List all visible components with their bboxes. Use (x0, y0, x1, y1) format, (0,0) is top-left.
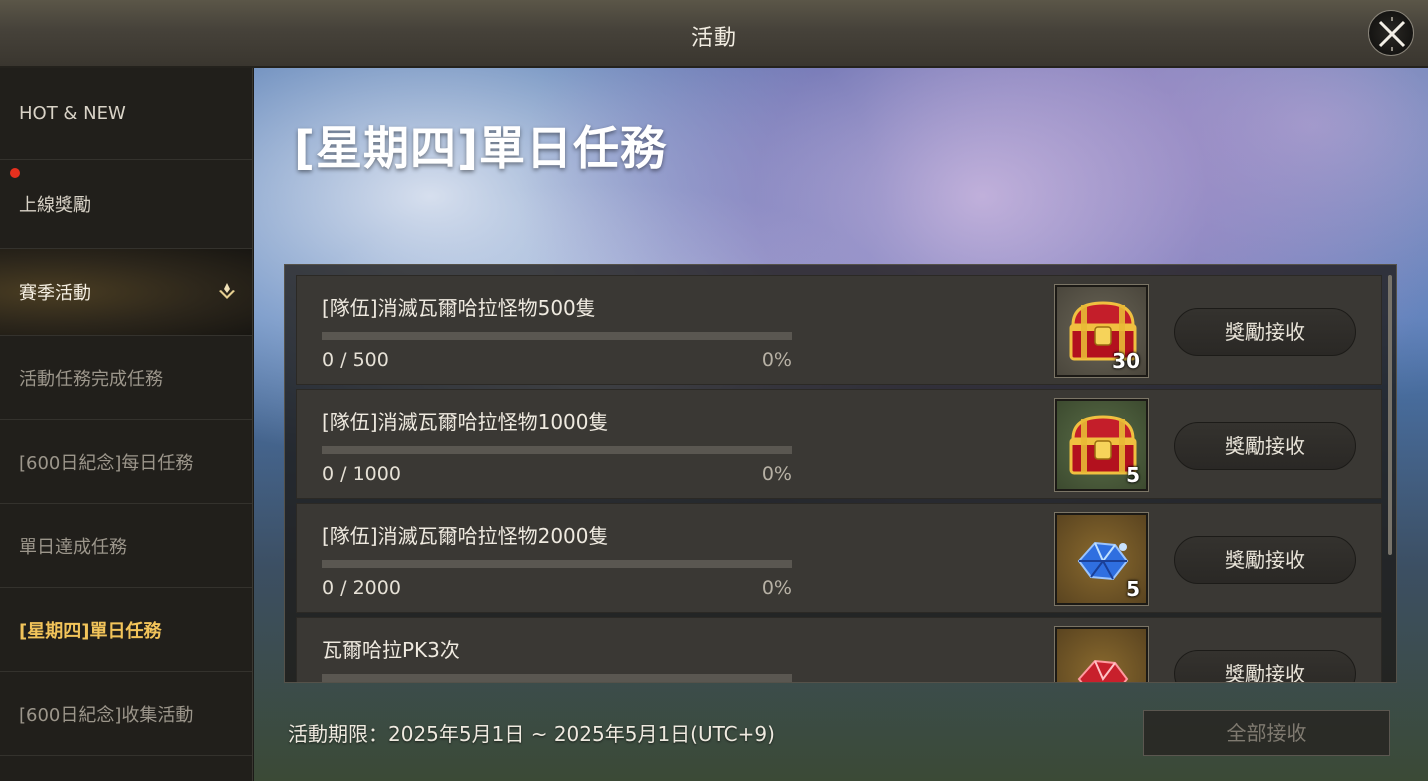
notification-dot (10, 168, 20, 178)
window-title: 活動 (690, 26, 737, 51)
task-name: 瓦爾哈拉PK3次 (322, 638, 460, 662)
task-row: [隊伍]消滅瓦爾哈拉怪物1000隻 0 / 1000 0% 5 獎勵接收 (296, 389, 1382, 499)
page-title: [星期四]單日任務 (294, 121, 668, 175)
progress-bar (322, 560, 792, 568)
scrollbar[interactable] (1388, 275, 1392, 555)
task-name: [隊伍]消滅瓦爾哈拉怪物1000隻 (322, 410, 609, 434)
progress-bar (322, 446, 792, 454)
progress-bar (322, 674, 792, 682)
reward-quantity: 5 (1126, 463, 1140, 487)
sidebar-item-label: 活動任務完成任務 (19, 368, 163, 390)
task-name: [隊伍]消滅瓦爾哈拉怪物500隻 (322, 296, 596, 320)
sidebar-item-label: 單日達成任務 (19, 536, 127, 558)
sidebar-item-label: [600日紀念]收集活動 (19, 704, 194, 726)
task-list[interactable]: [隊伍]消滅瓦爾哈拉怪物500隻 0 / 500 0% 30 獎勵接收 [隊伍]… (284, 264, 1397, 683)
claim-reward-button[interactable]: 獎勵接收 (1174, 422, 1356, 470)
sidebar-item-label: HOT & NEW (19, 103, 126, 124)
progress-count: 0 / 500 (322, 349, 389, 371)
sidebar-item-label: 賽季活動 (19, 283, 91, 304)
sidebar-item-label: 上線獎勵 (19, 195, 91, 216)
sidebar-item-event-task[interactable]: 活動任務完成任務 (0, 336, 252, 420)
sidebar-item-label: [600日紀念]每日任務 (19, 452, 194, 474)
reward-item[interactable]: 5 (1054, 398, 1149, 492)
close-button[interactable] (1368, 10, 1414, 56)
task-name: [隊伍]消滅瓦爾哈拉怪物2000隻 (322, 524, 609, 548)
progress-percent: 0% (761, 577, 792, 599)
event-period: 活動期限：2025年5月1日 ~ 2025年5月1日(UTC+9) (288, 722, 775, 746)
sidebar-item-single-day[interactable]: 單日達成任務 (0, 504, 252, 588)
claim-all-button[interactable]: 全部接收 (1143, 710, 1390, 756)
chevron-down-icon (219, 283, 235, 299)
claim-reward-button[interactable]: 獎勵接收 (1174, 650, 1356, 682)
reward-quantity: 30 (1112, 349, 1140, 373)
event-content: [星期四]單日任務 [隊伍]消滅瓦爾哈拉怪物500隻 0 / 500 0% 30 (254, 68, 1428, 781)
sidebar-item-season-event[interactable]: 賽季活動 (0, 249, 252, 336)
claim-reward-button[interactable]: 獎勵接收 (1174, 536, 1356, 584)
progress-count: 0 / 2000 (322, 577, 401, 599)
progress-percent: 0% (761, 463, 792, 485)
claim-reward-button[interactable]: 獎勵接收 (1174, 308, 1356, 356)
sidebar-item-label: [星期四]單日任務 (19, 620, 162, 642)
task-row: [隊伍]消滅瓦爾哈拉怪物2000隻 0 / 2000 0% 5 獎勵接收 (296, 503, 1382, 613)
sidebar-item-hot-new[interactable]: HOT & NEW (0, 68, 252, 160)
sidebar-item-login-reward[interactable]: 上線獎勵 (0, 160, 252, 249)
reward-item[interactable] (1054, 626, 1149, 682)
sidebar-item-600-collect[interactable]: [600日紀念]收集活動 (0, 672, 252, 756)
window-title-bar: 活動 (0, 0, 1428, 68)
sidebar: HOT & NEW 上線獎勵 賽季活動 活動任務完成任務 [600日紀念]每日任… (0, 68, 253, 781)
task-row: 瓦爾哈拉PK3次 獎勵接收 (296, 617, 1382, 682)
progress-bar (322, 332, 792, 340)
progress-percent: 0% (761, 349, 792, 371)
progress-count: 0 / 1000 (322, 463, 401, 485)
red-crystal-icon (1077, 659, 1129, 682)
reward-quantity: 5 (1126, 577, 1140, 601)
sidebar-item-600-daily[interactable]: [600日紀念]每日任務 (0, 420, 252, 504)
sidebar-item-thursday[interactable]: [星期四]單日任務 (0, 588, 252, 672)
reward-item[interactable]: 5 (1054, 512, 1149, 606)
close-icon (1378, 17, 1406, 51)
task-row: [隊伍]消滅瓦爾哈拉怪物500隻 0 / 500 0% 30 獎勵接收 (296, 275, 1382, 385)
reward-item[interactable]: 30 (1054, 284, 1149, 378)
